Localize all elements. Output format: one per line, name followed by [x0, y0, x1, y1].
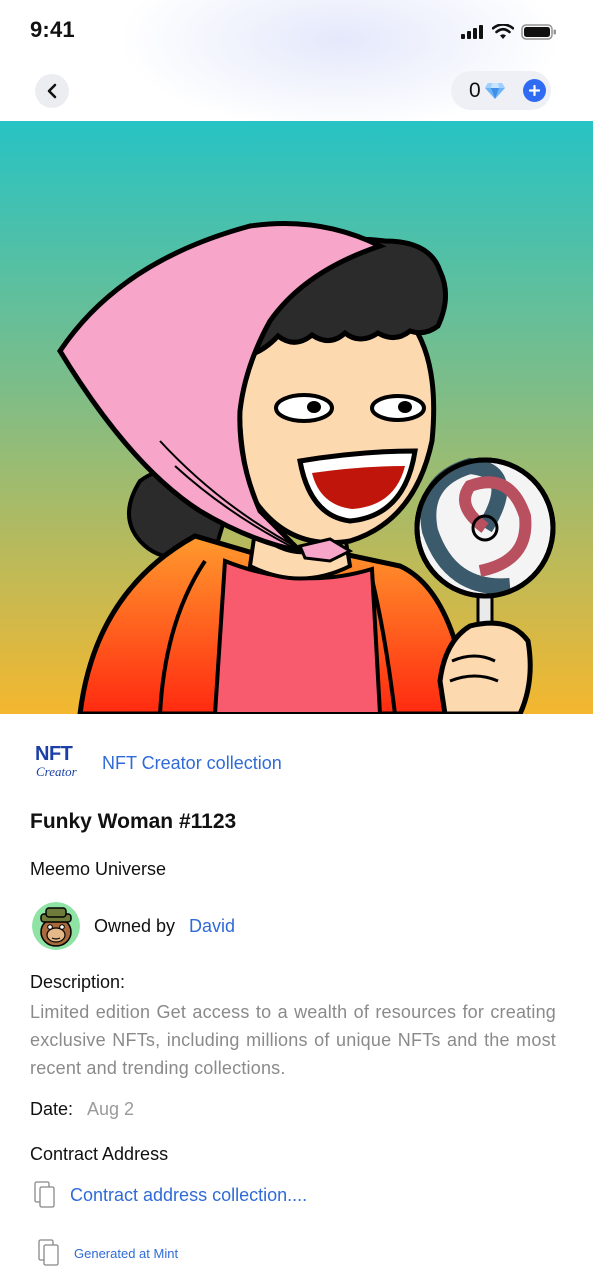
logo-nft-text: NFT	[35, 743, 73, 765]
owner-row: Owned by David	[32, 902, 235, 950]
signal-icon	[461, 25, 483, 39]
copy-icon[interactable]	[34, 1181, 56, 1209]
mint-row[interactable]: Generated at Mint	[38, 1239, 178, 1267]
nft-title: Funky Woman #1123	[30, 810, 237, 833]
wifi-icon	[492, 24, 514, 39]
contract-address-link[interactable]: Contract address collection....	[70, 1185, 307, 1206]
date-value: Aug 2	[87, 1099, 135, 1119]
date-row: Date: Aug 2	[30, 1099, 134, 1120]
description-text: Limited edition Get access to a wealth o…	[30, 1002, 556, 1078]
wallet-balance[interactable]: 0	[451, 71, 551, 110]
nft-artwork	[0, 121, 593, 714]
wallet-count: 0	[469, 78, 481, 102]
universe-name: Meemo Universe	[30, 859, 167, 879]
collection-logo: NFT Creator	[30, 743, 80, 783]
description-label: Description:	[30, 972, 126, 992]
date-label: Date:	[30, 1099, 74, 1119]
avatar[interactable]	[32, 902, 80, 950]
collection-link[interactable]: NFT Creator collection	[102, 753, 282, 774]
diamond-icon	[484, 82, 505, 99]
copy-icon[interactable]	[38, 1239, 60, 1267]
collection-row[interactable]: NFT Creator NFT Creator collection	[30, 743, 282, 783]
owned-by-label: Owned by	[94, 915, 176, 936]
add-funds-button[interactable]	[523, 79, 546, 102]
plus-icon	[529, 85, 540, 96]
contract-row[interactable]: Contract address collection....	[34, 1181, 307, 1209]
status-time: 9:41	[30, 17, 75, 42]
contract-address-label: Contract Address	[30, 1144, 169, 1164]
status-icons	[461, 24, 557, 40]
back-button[interactable]	[35, 74, 69, 108]
chevron-left-icon	[47, 83, 57, 99]
owner-name-link[interactable]: David	[189, 916, 235, 937]
logo-creator-text: Creator	[36, 764, 77, 779]
battery-icon	[521, 24, 556, 40]
generated-at-mint-link[interactable]: Generated at Mint	[74, 1246, 178, 1261]
